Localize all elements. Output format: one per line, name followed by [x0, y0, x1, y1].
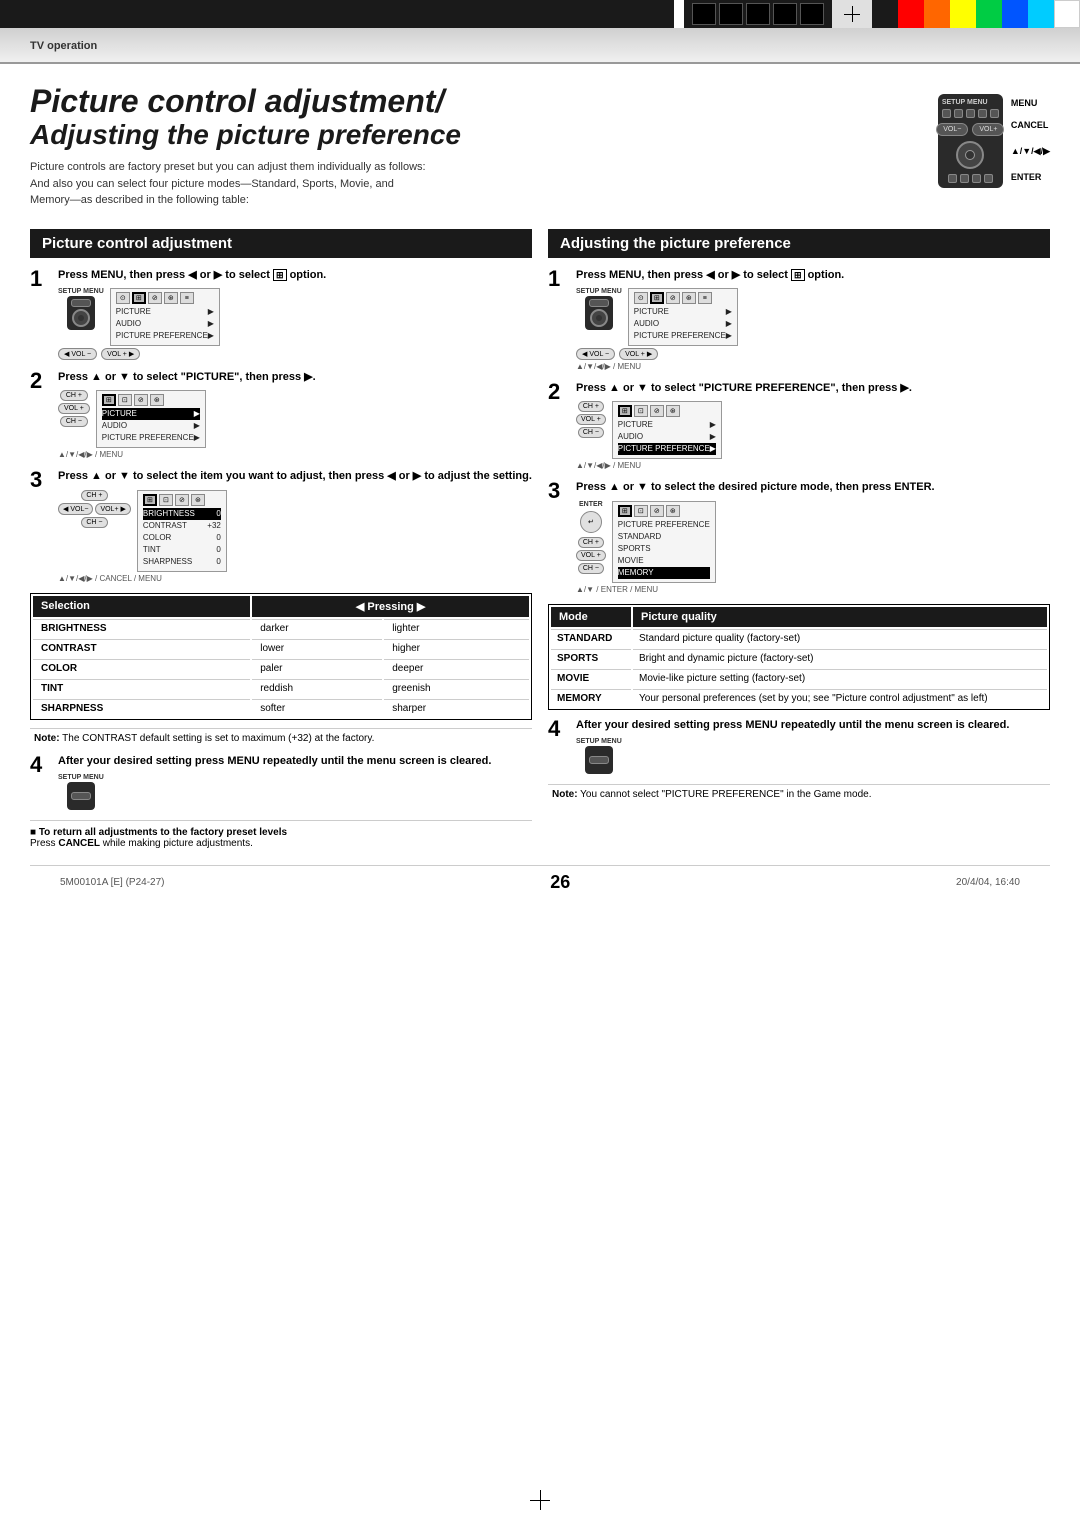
table-row: SHARPNESS softer sharper [33, 699, 529, 717]
table-row: STANDARD Standard picture quality (facto… [551, 629, 1047, 647]
table-row: MOVIE Movie-like picture setting (factor… [551, 669, 1047, 687]
right-step3-screen: ⊞ ⊡ ⊘ ⊛ PICTURE PREFERENCE STANDARD SPOR… [612, 501, 716, 583]
right-step3: 3 Press ▲ or ▼ to select the desired pic… [548, 480, 1050, 593]
selection-col-header: Selection [33, 596, 250, 617]
step3-left-screen: ⊞ ⊡ ⊘ ⊛ BRIGHTNESS0 CONTRAST+32 COLOR0 T… [137, 490, 227, 572]
left-step3: 3 Press ▲ or ▼ to select the item you wa… [30, 469, 532, 582]
step2-left-screen: ⊞ ⊡ ⊘ ⊛ PICTURE ▶ AUDIO ▶ PICTURE PREFER… [96, 390, 206, 448]
footer-date: 20/4/04, 16:40 [956, 877, 1020, 888]
left-section-header: Picture control adjustment [30, 229, 532, 258]
right-step4-num: 4 [548, 718, 570, 740]
table-row: SPORTS Bright and dynamic picture (facto… [551, 649, 1047, 667]
left-step1: 1 Press MENU, then press ◀ or ▶ to selec… [30, 268, 532, 360]
step1-left-screen: ⊙ ⊞ ⊘ ⊛ ≡ PICTURE ▶ AUDIO ▶ PICTURE PREF… [110, 288, 220, 346]
remote-diagram: SETUP MENU VOL− VOL+ [938, 84, 1050, 188]
table-row: TINT reddish greenish [33, 679, 529, 697]
page-title-line2: Adjusting the picture preference [30, 119, 938, 151]
right-step4-text: After your desired setting press MENU re… [576, 718, 1050, 733]
bottom-crosshair [530, 1490, 550, 1510]
right-step1-screen: ⊙ ⊞ ⊘ ⊛ ≡ PICTURE ▶ AUDIO ▶ PICTURE PREF… [628, 288, 738, 346]
table-row: COLOR paler deeper [33, 659, 529, 677]
title-text-block: Picture control adjustment/ Adjusting th… [30, 84, 938, 209]
right-column: Adjusting the picture preference 1 Press… [548, 229, 1050, 850]
mode-col-header: Mode [551, 607, 631, 627]
step2-num: 2 [30, 370, 52, 392]
footer: 5M00101A [E] (P24-27) 26 20/4/04, 16:40 [30, 865, 1050, 899]
title-desc: Picture controls are factory preset but … [30, 159, 530, 209]
note-box-left: Note: The CONTRAST default setting is se… [30, 728, 532, 748]
right-step2-num: 2 [548, 381, 570, 403]
note-box-right: Note: You cannot select "PICTURE PREFERE… [548, 784, 1050, 804]
page-number: 26 [550, 872, 570, 893]
right-step1-num: 1 [548, 268, 570, 290]
left-step2: 2 Press ▲ or ▼ to select "PICTURE", then… [30, 370, 532, 459]
cancel-note: ■ To return all adjustments to the facto… [30, 820, 532, 849]
main-content: Picture control adjustment/ Adjusting th… [0, 64, 1080, 919]
table-row: MEMORY Your personal preferences (set by… [551, 689, 1047, 707]
top-color-bar [0, 0, 1080, 28]
table-row: CONTRAST lower higher [33, 639, 529, 657]
section-label: TV operation [30, 40, 97, 52]
step2-text: Press ▲ or ▼ to select "PICTURE", then p… [58, 370, 532, 385]
selection-table: Selection ◀ Pressing ▶ BRIGHTNESS darker… [30, 593, 532, 720]
right-step2-text: Press ▲ or ▼ to select "PICTURE PREFEREN… [576, 381, 1050, 396]
table-row: BRIGHTNESS darker lighter [33, 619, 529, 637]
step3-num: 3 [30, 469, 52, 491]
step3-text: Press ▲ or ▼ to select the item you want… [58, 469, 532, 484]
step4-num: 4 [30, 754, 52, 776]
right-step1: 1 Press MENU, then press ◀ or ▶ to selec… [548, 268, 1050, 371]
left-column: Picture control adjustment 1 Press MENU,… [30, 229, 532, 850]
right-step1-text: Press MENU, then press ◀ or ▶ to select … [576, 268, 1050, 283]
page-title-line1: Picture control adjustment/ [30, 84, 938, 119]
two-column-layout: Picture control adjustment 1 Press MENU,… [30, 229, 1050, 850]
step1-text: Press MENU, then press ◀ or ▶ to select … [58, 268, 532, 283]
right-section-header: Adjusting the picture preference [548, 229, 1050, 258]
right-step2-screen: ⊞ ⊡ ⊘ ⊛ PICTURE ▶ AUDIO ▶ PICTURE PREFER… [612, 401, 722, 459]
step1-num: 1 [30, 268, 52, 290]
right-step2: 2 Press ▲ or ▼ to select "PICTURE PREFER… [548, 381, 1050, 470]
right-step3-num: 3 [548, 480, 570, 502]
title-area: Picture control adjustment/ Adjusting th… [30, 84, 1050, 209]
footer-model: 5M00101A [E] (P24-27) [60, 877, 165, 888]
mode-table: Mode Picture quality STANDARD Standard p… [548, 604, 1050, 710]
pressing-col-header: ◀ Pressing ▶ [252, 596, 529, 617]
quality-col-header: Picture quality [633, 607, 1047, 627]
right-step3-text: Press ▲ or ▼ to select the desired pictu… [576, 480, 1050, 495]
header-section: TV operation [0, 28, 1080, 64]
step4-text: After your desired setting press MENU re… [58, 754, 532, 769]
right-step4: 4 After your desired setting press MENU … [548, 718, 1050, 774]
left-step4: 4 After your desired setting press MENU … [30, 754, 532, 810]
